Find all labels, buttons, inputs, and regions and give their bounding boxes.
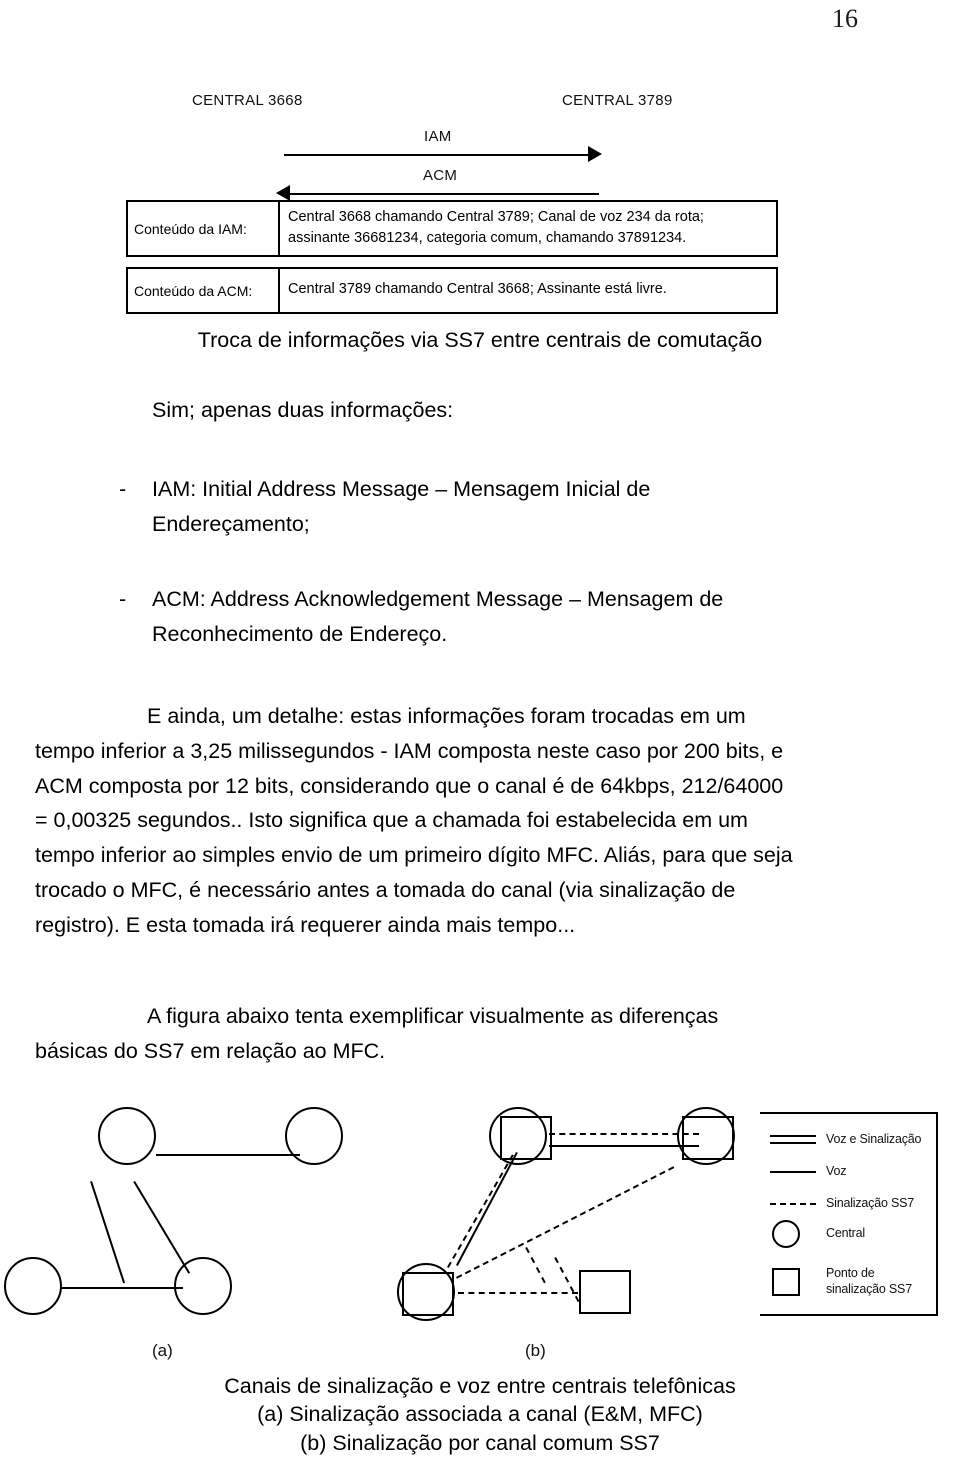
diagram-a-link-bottom bbox=[60, 1287, 183, 1289]
legend-item-central: Central bbox=[768, 1220, 865, 1248]
arrow-iam-head-icon bbox=[588, 146, 602, 162]
double-line-icon bbox=[768, 1130, 826, 1150]
circle-icon bbox=[768, 1220, 826, 1248]
paragraph-figure-intro-line2: básicas do SS7 em relação ao MFC. bbox=[35, 1038, 386, 1063]
diagram-b-ss7-link-stub-upper bbox=[554, 1257, 580, 1303]
legend-item-signalling-point: Ponto de sinalização SS7 bbox=[768, 1266, 934, 1297]
diagram-b-node-top-right-square bbox=[682, 1116, 734, 1160]
legend-item-ss7-signalling: Sinalização SS7 bbox=[768, 1194, 914, 1214]
diagram-b-node-bottom-left-square bbox=[402, 1272, 454, 1316]
list-item-line1: IAM: Initial Address Message – Mensagem … bbox=[152, 477, 651, 501]
content-table-acm: Conteúdo da ACM: Central 3789 chamando C… bbox=[126, 267, 778, 315]
diagram-a-link-left-diagonal bbox=[90, 1181, 126, 1284]
content-table-iam-label: Conteúdo da IAM: bbox=[128, 202, 280, 256]
square-icon bbox=[768, 1267, 826, 1296]
paragraph-timing-line5: tempo inferior ao simples envio de um pr… bbox=[35, 843, 793, 868]
content-table-acm-value-line1: Central 3789 chamando Central 3668; Assi… bbox=[288, 281, 667, 297]
list-item-line2: Endereçamento; bbox=[152, 511, 310, 536]
diagram-a-central-bottom-right bbox=[174, 1257, 232, 1315]
diagram-a-link-right-diagonal bbox=[133, 1181, 191, 1274]
figure-top-caption: Troca de informações via SS7 entre centr… bbox=[197, 328, 763, 352]
diagram-b-voice-link-top bbox=[549, 1145, 699, 1147]
message-label-acm: ACM bbox=[423, 167, 458, 184]
figure-bottom-caption-line2: (a) Sinalização associada a canal (E&M, … bbox=[257, 1402, 703, 1427]
diagram-a-central-top-right bbox=[285, 1107, 343, 1165]
diagram-b-ss7-link-left-diagonal bbox=[447, 1154, 514, 1268]
arrow-acm-head-icon bbox=[276, 185, 290, 201]
content-table-iam-value-line2: assinante 36681234, categoria comum, cha… bbox=[288, 230, 687, 247]
content-table-iam-value-line1: Central 3668 chamando Central 3789; Cana… bbox=[288, 209, 704, 225]
subfigure-label-a: (a) bbox=[152, 1341, 173, 1360]
legend-box: Voz e Sinalização Voz Sinalização SS7 Ce… bbox=[760, 1112, 938, 1316]
paragraph-figure-intro-line1: A figura abaixo tenta exemplificar visua… bbox=[147, 1004, 719, 1028]
paragraph-figure-intro: A figura abaixo tenta exemplificar visua… bbox=[35, 999, 890, 1069]
lead-text: Sim; apenas duas informações: bbox=[152, 398, 454, 422]
diagram-a-link-top bbox=[156, 1154, 300, 1156]
content-table-acm-label: Conteúdo da ACM: bbox=[128, 269, 280, 313]
legend-item-label: Ponto de sinalização SS7 bbox=[826, 1266, 912, 1296]
content-table-acm-value: Central 3789 chamando Central 3668; Assi… bbox=[280, 269, 776, 312]
paragraph-timing-line7: registro). E esta tomada irá requerer ai… bbox=[35, 912, 576, 937]
list-item: - IAM: Initial Address Message – Mensage… bbox=[119, 472, 888, 542]
paragraph-timing-line4: = 0,00325 segundos.. Isto significa que … bbox=[35, 808, 748, 833]
diagram-b-ss7-link-bottom bbox=[458, 1292, 578, 1294]
dashed-line-icon bbox=[768, 1194, 826, 1214]
paragraph-timing: E ainda, um detalhe: estas informações f… bbox=[35, 699, 890, 943]
paragraph-timing-line6: trocado o MFC, é necessário antes a toma… bbox=[35, 878, 736, 903]
content-table-iam: Conteúdo da IAM: Central 3668 chamando C… bbox=[126, 200, 778, 258]
diagram-b-signalling-point-bottom bbox=[579, 1270, 631, 1314]
figure-bottom-caption: Canais de sinalização e voz entre centra… bbox=[0, 1372, 960, 1457]
legend-item-label: Voz e Sinalização bbox=[826, 1132, 922, 1147]
diagram-b-ss7-link-long-diagonal bbox=[456, 1166, 675, 1279]
diagram-a-central-top-left bbox=[98, 1107, 156, 1165]
legend-item-label: Sinalização SS7 bbox=[826, 1196, 915, 1211]
diagram-b-node-top-left-square bbox=[500, 1116, 552, 1160]
diagram-a-central-bottom-left bbox=[4, 1257, 62, 1315]
list-item-line1: ACM: Address Acknowledgement Message – M… bbox=[152, 587, 724, 611]
central-label-left: CENTRAL 3668 bbox=[192, 92, 303, 109]
diagram-b-ss7-link-stub-node bbox=[525, 1247, 546, 1284]
legend-item-label: Central bbox=[826, 1226, 865, 1241]
subfigure-label-b: (b) bbox=[525, 1341, 546, 1360]
paragraph-timing-line3: ACM composta por 12 bits, considerando q… bbox=[35, 773, 784, 798]
list-item-line2: Reconhecimento de Endereço. bbox=[152, 621, 448, 646]
central-label-right: CENTRAL 3789 bbox=[562, 92, 673, 109]
list-item: - ACM: Address Acknowledgement Message –… bbox=[119, 582, 888, 652]
arrow-acm-line bbox=[289, 193, 599, 195]
solid-line-icon bbox=[768, 1162, 826, 1182]
paragraph-timing-line1: E ainda, um detalhe: estas informações f… bbox=[147, 704, 746, 728]
message-label-iam: IAM bbox=[424, 128, 452, 145]
list-item-dash: - bbox=[119, 587, 127, 611]
legend-item-voice: Voz bbox=[768, 1162, 846, 1182]
figure-bottom-caption-line3: (b) Sinalização por canal comum SS7 bbox=[300, 1430, 660, 1455]
ss7-message-flow-figure: CENTRAL 3668 CENTRAL 3789 IAM ACM Conteú… bbox=[124, 82, 784, 320]
legend-item-voice-and-signalling: Voz e Sinalização bbox=[768, 1130, 921, 1150]
paragraph-timing-line2: tempo inferior a 3,25 milissegundos - IA… bbox=[35, 738, 784, 763]
list-item-dash: - bbox=[119, 477, 127, 501]
content-table-iam-value: Central 3668 chamando Central 3789; Cana… bbox=[280, 202, 776, 255]
arrow-iam-line bbox=[284, 154, 596, 156]
page-number: 16 bbox=[832, 4, 858, 33]
figure-bottom-caption-line1: Canais de sinalização e voz entre centra… bbox=[224, 1374, 736, 1398]
legend-item-label: Voz bbox=[826, 1164, 847, 1179]
